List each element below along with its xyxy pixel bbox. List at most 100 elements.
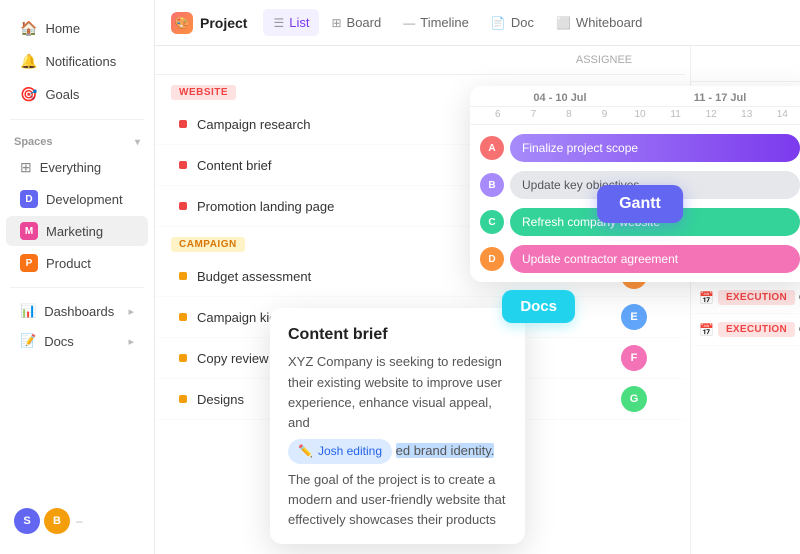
tab-list[interactable]: ☰ List — [263, 9, 319, 36]
goals-icon: 🎯 — [20, 86, 37, 103]
sidebar-item-dashboards[interactable]: 📊 Dashboards ▸ — [6, 297, 148, 325]
right-panel-row: 📅 EXECUTION 💬 — [691, 314, 800, 346]
gantt-date: 13 — [729, 109, 765, 120]
product-dot: P — [20, 254, 38, 272]
tab-board-label: Board — [347, 15, 382, 30]
sidebar-divider-1 — [10, 119, 144, 120]
sidebar-item-dashboards-label: Dashboards — [44, 304, 114, 319]
group-label-campaign: CAMPAIGN — [171, 237, 245, 252]
dashboards-chevron: ▸ — [128, 305, 134, 318]
development-dot: D — [20, 190, 38, 208]
gantt-body: A Finalize project scope B Update key ob… — [470, 125, 800, 282]
sidebar-item-development[interactable]: D Development — [6, 184, 148, 214]
gantt-date: 8 — [551, 109, 587, 120]
docs-editing-tag: ✏️ Josh editing — [288, 439, 392, 464]
list-icon: ☰ — [273, 16, 284, 30]
tab-list-label: List — [289, 15, 309, 30]
tab-whiteboard-label: Whiteboard — [576, 15, 642, 30]
bell-icon: 🔔 — [20, 53, 37, 70]
task-dot-yellow — [179, 395, 187, 403]
docs-body-text-1: XYZ Company is seeking to redesign their… — [288, 354, 502, 429]
docs-highlighted-text: ed brand identity. — [396, 443, 495, 458]
sidebar-divider-2 — [10, 287, 144, 288]
avatar-b[interactable]: B — [44, 508, 70, 534]
doc-icon: 📄 — [491, 16, 506, 30]
sidebar-item-marketing[interactable]: M Marketing — [6, 216, 148, 246]
task-dot-red — [179, 161, 187, 169]
gantt-bar-row: B Update key objectives — [480, 170, 800, 200]
pencil-icon: ✏️ — [298, 442, 313, 461]
gantt-date: 6 — [480, 109, 516, 120]
home-icon: 🏠 — [20, 20, 37, 37]
status-badge-execution-3: EXECUTION — [718, 322, 795, 337]
spaces-section: Spaces ▾ — [0, 128, 154, 152]
gantt-date: 11 — [658, 109, 694, 120]
dashboards-icon: 📊 — [20, 303, 36, 319]
sidebar-item-marketing-label: Marketing — [46, 224, 103, 239]
sidebar-item-notifications-label: Notifications — [45, 54, 116, 69]
sidebar-item-notifications[interactable]: 🔔 Notifications — [6, 46, 148, 77]
whiteboard-icon: ⬜ — [556, 16, 571, 30]
sidebar-item-product[interactable]: P Product — [6, 248, 148, 278]
gantt-bar-gray: Update key objectives — [510, 171, 800, 199]
docs-card-title: Content brief — [288, 326, 507, 344]
main-content: 🎨 Project ☰ List ⊞ Board ― Timeline 📄 — [155, 0, 800, 554]
task-dot-yellow — [179, 354, 187, 362]
gantt-bar-pink: Update contractor agreement — [510, 245, 800, 273]
sidebar-item-goals[interactable]: 🎯 Goals — [6, 79, 148, 110]
task-dot-red — [179, 120, 187, 128]
task-dot-yellow — [179, 272, 187, 280]
spaces-label: Spaces — [14, 136, 53, 148]
rp-calendar-icon-4: 📅 — [699, 323, 714, 337]
gantt-bar-green: Refresh company website — [510, 208, 800, 236]
gantt-date: 7 — [516, 109, 552, 120]
gantt-bar-row: A Finalize project scope — [480, 133, 800, 163]
avatar-group: S B – — [0, 500, 154, 542]
tab-whiteboard[interactable]: ⬜ Whiteboard — [546, 9, 652, 36]
docs-chevron: ▸ — [128, 335, 134, 348]
sidebar: 🏠 Home 🔔 Notifications 🎯 Goals Spaces ▾ … — [0, 0, 155, 554]
avatar-s[interactable]: S — [14, 508, 40, 534]
docs-card-body: XYZ Company is seeking to redesign their… — [288, 352, 507, 530]
tab-doc[interactable]: 📄 Doc — [481, 9, 544, 36]
sidebar-item-everything[interactable]: ⊞ Everything — [6, 153, 148, 182]
gantt-avatar: C — [480, 210, 504, 234]
tab-timeline-label: Timeline — [420, 15, 469, 30]
tab-doc-label: Doc — [511, 15, 534, 30]
sidebar-item-product-label: Product — [46, 256, 91, 271]
sidebar-item-goals-label: Goals — [45, 87, 79, 102]
docs-card: Docs Content brief XYZ Company is seekin… — [270, 308, 525, 544]
gantt-date: 9 — [587, 109, 623, 120]
spaces-chevron[interactable]: ▾ — [135, 137, 140, 148]
docs-body-text-2: The goal of the project is to create a m… — [288, 472, 506, 527]
right-panel-row: 📅 EXECUTION 💬 — [691, 282, 800, 314]
task-avatar: F — [621, 345, 647, 371]
task-avatar: G — [621, 386, 647, 412]
status-badge-execution-2: EXECUTION — [718, 290, 795, 305]
sidebar-item-everything-label: Everything — [40, 160, 101, 175]
gantt-header: 04 - 10 Jul 11 - 17 Jul — [470, 86, 800, 107]
gantt-bar-purple: Finalize project scope — [510, 134, 800, 162]
sidebar-item-home-label: Home — [45, 21, 80, 36]
nav-tabs: ☰ List ⊞ Board ― Timeline 📄 Doc ⬜ Whi — [263, 9, 652, 36]
content-area: ASSIGNEE WEBSITE Campaign research A — [155, 46, 800, 554]
gantt-date: 14 — [765, 109, 800, 120]
sidebar-item-home[interactable]: 🏠 Home — [6, 13, 148, 44]
gantt-dates-row: 6 7 8 9 10 11 12 13 14 — [470, 107, 800, 125]
gantt-avatar: B — [480, 173, 504, 197]
gantt-card: 04 - 10 Jul 11 - 17 Jul 6 7 8 9 10 11 12… — [470, 86, 800, 282]
task-dot-yellow — [179, 313, 187, 321]
task-dot-red — [179, 202, 187, 210]
docs-badge: Docs — [502, 290, 575, 323]
gantt-date: 10 — [622, 109, 658, 120]
sidebar-item-docs[interactable]: 📝 Docs ▸ — [6, 327, 148, 355]
tab-timeline[interactable]: ― Timeline — [393, 9, 479, 36]
gantt-avatar: D — [480, 247, 504, 271]
sidebar-item-docs-label: Docs — [44, 334, 74, 349]
rp-calendar-icon-3: 📅 — [699, 291, 714, 305]
gantt-bar-row: D Update contractor agreement — [480, 244, 800, 274]
project-title: 🎨 Project — [171, 12, 247, 34]
sidebar-item-development-label: Development — [46, 192, 123, 207]
task-avatar: E — [621, 304, 647, 330]
tab-board[interactable]: ⊞ Board — [321, 9, 391, 36]
